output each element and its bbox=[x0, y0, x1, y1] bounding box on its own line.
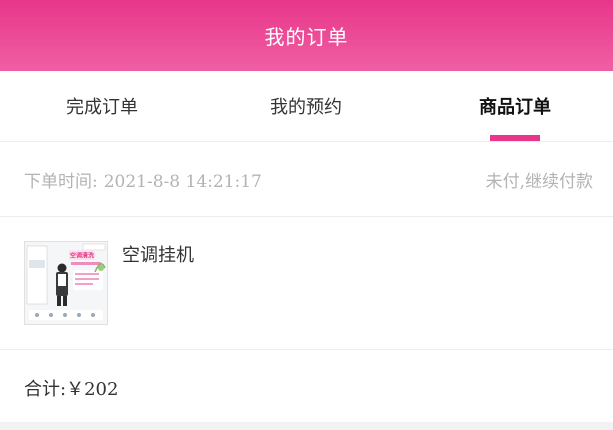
product-name[interactable]: 空调挂机 bbox=[122, 241, 194, 267]
tab-label: 我的预约 bbox=[270, 97, 342, 118]
order-time: 下单时间: 2021-8-8 14:21:17 bbox=[24, 167, 262, 192]
app-header: 我的订单 bbox=[0, 0, 613, 71]
tab-product-orders[interactable]: 商品订单 bbox=[413, 71, 613, 141]
tab-label: 商品订单 bbox=[479, 97, 551, 118]
tab-my-reservations[interactable]: 我的预约 bbox=[204, 71, 408, 141]
page-title: 我的订单 bbox=[264, 25, 349, 49]
section-divider bbox=[0, 422, 613, 430]
order-total: 合计:￥202 bbox=[24, 375, 118, 401]
order-tabs: 完成订单 我的预约 商品订单 bbox=[0, 71, 613, 142]
tab-label: 完成订单 bbox=[66, 97, 138, 118]
active-tab-indicator bbox=[490, 135, 540, 141]
product-thumbnail[interactable]: 空调清洗 bbox=[24, 241, 108, 325]
thumbnail-ad-text: 空调清洗 bbox=[70, 252, 94, 260]
tab-completed-orders[interactable]: 完成订单 bbox=[0, 71, 204, 141]
order-status-pay-link[interactable]: 未付,继续付款 bbox=[486, 167, 593, 192]
order-time-value: 2021-8-8 14:21:17 bbox=[103, 172, 262, 192]
total-label: 合计: bbox=[24, 379, 67, 400]
order-time-label: 下单时间: bbox=[24, 172, 98, 192]
product-item[interactable]: 空调清洗 空调挂机 bbox=[0, 217, 613, 350]
order-total-row: 合计:￥202 bbox=[0, 350, 613, 422]
order-header: 下单时间: 2021-8-8 14:21:17 未付,继续付款 bbox=[0, 142, 613, 217]
total-value: ￥202 bbox=[66, 379, 119, 400]
air-conditioner-ad-image: 空调清洗 bbox=[25, 242, 107, 324]
